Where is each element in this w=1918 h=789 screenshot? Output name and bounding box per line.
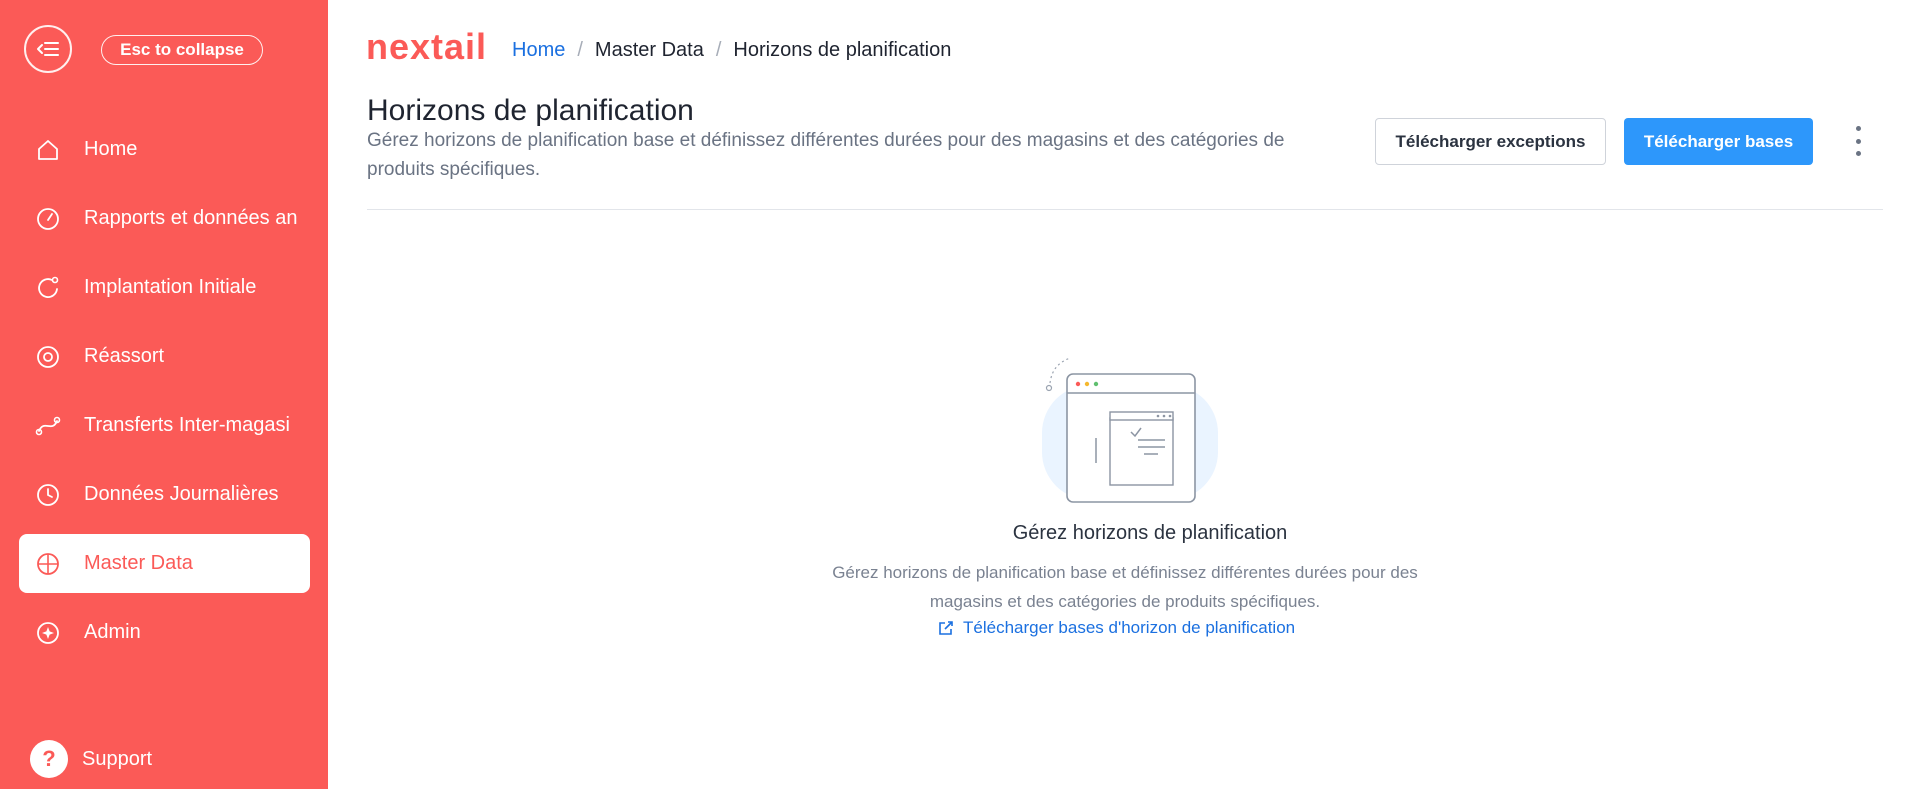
- sidebar: Esc to collapse Home Rapports et données…: [0, 0, 328, 789]
- globe-icon: [37, 552, 59, 575]
- breadcrumb-master-data[interactable]: Master Data: [595, 39, 704, 62]
- breadcrumb: Home / Master Data / Horizons de planifi…: [512, 39, 951, 62]
- transfer-icon: [35, 416, 61, 435]
- external-link-icon: [939, 621, 953, 635]
- brand-logo[interactable]: nextail: [366, 29, 487, 65]
- target-icon: [37, 345, 59, 368]
- support-label: Support: [82, 747, 153, 770]
- breadcrumb-home[interactable]: Home: [512, 39, 565, 62]
- download-planning-horizon-link-label: Télécharger bases d'horizon de planifica…: [963, 618, 1296, 637]
- sidebar-item-replenishment[interactable]: Réassort: [19, 327, 310, 386]
- download-exceptions-button[interactable]: Télécharger exceptions: [1375, 118, 1606, 165]
- empty-state-illustration-icon: [1042, 357, 1218, 503]
- gauge-icon: [37, 207, 59, 230]
- home-icon: [38, 139, 58, 160]
- sidebar-item-label: Données Journalières: [84, 483, 279, 505]
- sidebar-item-daily-data[interactable]: Données Journalières: [19, 465, 310, 524]
- sidebar-item-label: Réassort: [84, 345, 165, 367]
- collapse-sidebar-button[interactable]: [24, 25, 72, 73]
- help-icon: ?: [30, 740, 68, 778]
- sidebar-item-label: Home: [84, 138, 138, 160]
- sidebar-item-admin[interactable]: Admin: [19, 603, 310, 662]
- empty-state-title: Gérez horizons de planification: [1012, 522, 1288, 544]
- sidebar-item-reports[interactable]: Rapports et données an: [19, 189, 310, 248]
- breadcrumb-separator: /: [715, 39, 722, 61]
- kebab-dot: [1855, 138, 1861, 144]
- header-divider: [367, 209, 1883, 210]
- admin-icon: [37, 621, 59, 644]
- breadcrumb-current: Horizons de planification: [733, 39, 952, 61]
- sidebar-item-label: Admin: [84, 621, 141, 643]
- page-description: Gérez horizons de planification base et …: [367, 130, 1285, 180]
- collapse-icon: [37, 42, 59, 56]
- sidebar-item-home[interactable]: Home: [19, 120, 310, 179]
- more-options-icon[interactable]: [1848, 126, 1868, 156]
- sidebar-nav: Home Rapports et données an Implantation…: [19, 120, 310, 672]
- sidebar-item-label: Implantation Initiale: [84, 276, 257, 298]
- empty-state-description: Gérez horizons de planification base et …: [832, 563, 1418, 611]
- clock-icon: [37, 483, 59, 506]
- download-bases-button[interactable]: Télécharger bases: [1624, 118, 1813, 165]
- sidebar-item-label: Rapports et données an: [84, 207, 298, 229]
- sidebar-item-label: Master Data: [84, 552, 193, 574]
- sidebar-item-transfers[interactable]: Transferts Inter-magasi: [19, 396, 310, 455]
- esc-to-collapse-hint: Esc to collapse: [101, 35, 263, 65]
- page-title: Horizons de planification: [367, 94, 694, 127]
- sidebar-item-label: Transferts Inter-magasi: [84, 414, 290, 436]
- app-root: Esc to collapse Home Rapports et données…: [0, 0, 1918, 789]
- download-planning-horizon-link[interactable]: Télécharger bases d'horizon de planifica…: [937, 618, 1295, 638]
- support-button[interactable]: ? Support: [30, 740, 152, 778]
- sidebar-item-initial-allocation[interactable]: Implantation Initiale: [19, 258, 310, 317]
- kebab-dot: [1855, 126, 1861, 131]
- kebab-dot: [1855, 151, 1861, 156]
- cycle-icon: [38, 276, 59, 298]
- breadcrumb-separator: /: [577, 39, 583, 61]
